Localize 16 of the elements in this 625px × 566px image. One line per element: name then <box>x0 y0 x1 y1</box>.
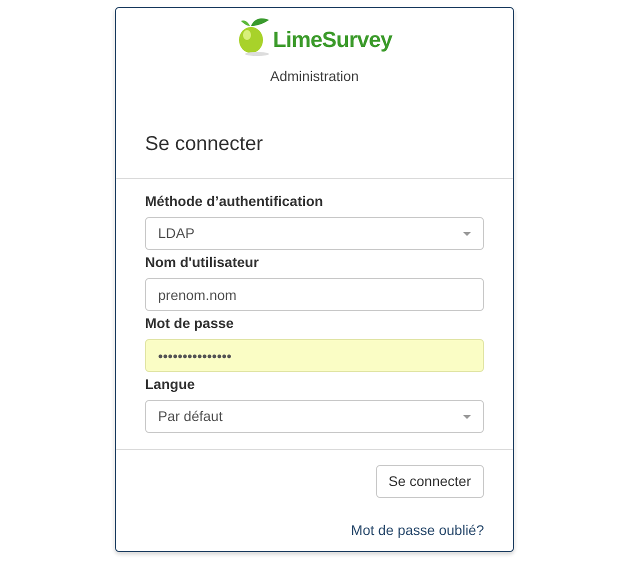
heading: Se connecter <box>145 132 263 157</box>
caret-icon <box>463 414 471 418</box>
field-label: Mot de passe <box>145 314 234 333</box>
field-label: Nom d'utilisateur <box>145 253 259 272</box>
lime-logo-icon <box>236 16 271 56</box>
field-label: Méthode d’authentification <box>145 192 324 211</box>
forgot-password-link[interactable]: Mot de passe oublié? <box>350 520 484 541</box>
select-field[interactable]: Par défaut <box>145 400 484 433</box>
logo-text: LimeSurvey <box>272 26 392 54</box>
caret-icon <box>463 232 471 236</box>
password-field[interactable]: ••••••••••••••• <box>145 339 484 372</box>
subtitle: Administration <box>270 67 359 86</box>
select-field[interactable]: LDAP <box>145 217 484 250</box>
submit-button[interactable]: Se connecter <box>376 465 484 498</box>
field-label: Langue <box>145 375 195 394</box>
username-field[interactable]: prenom.nom <box>145 278 484 311</box>
